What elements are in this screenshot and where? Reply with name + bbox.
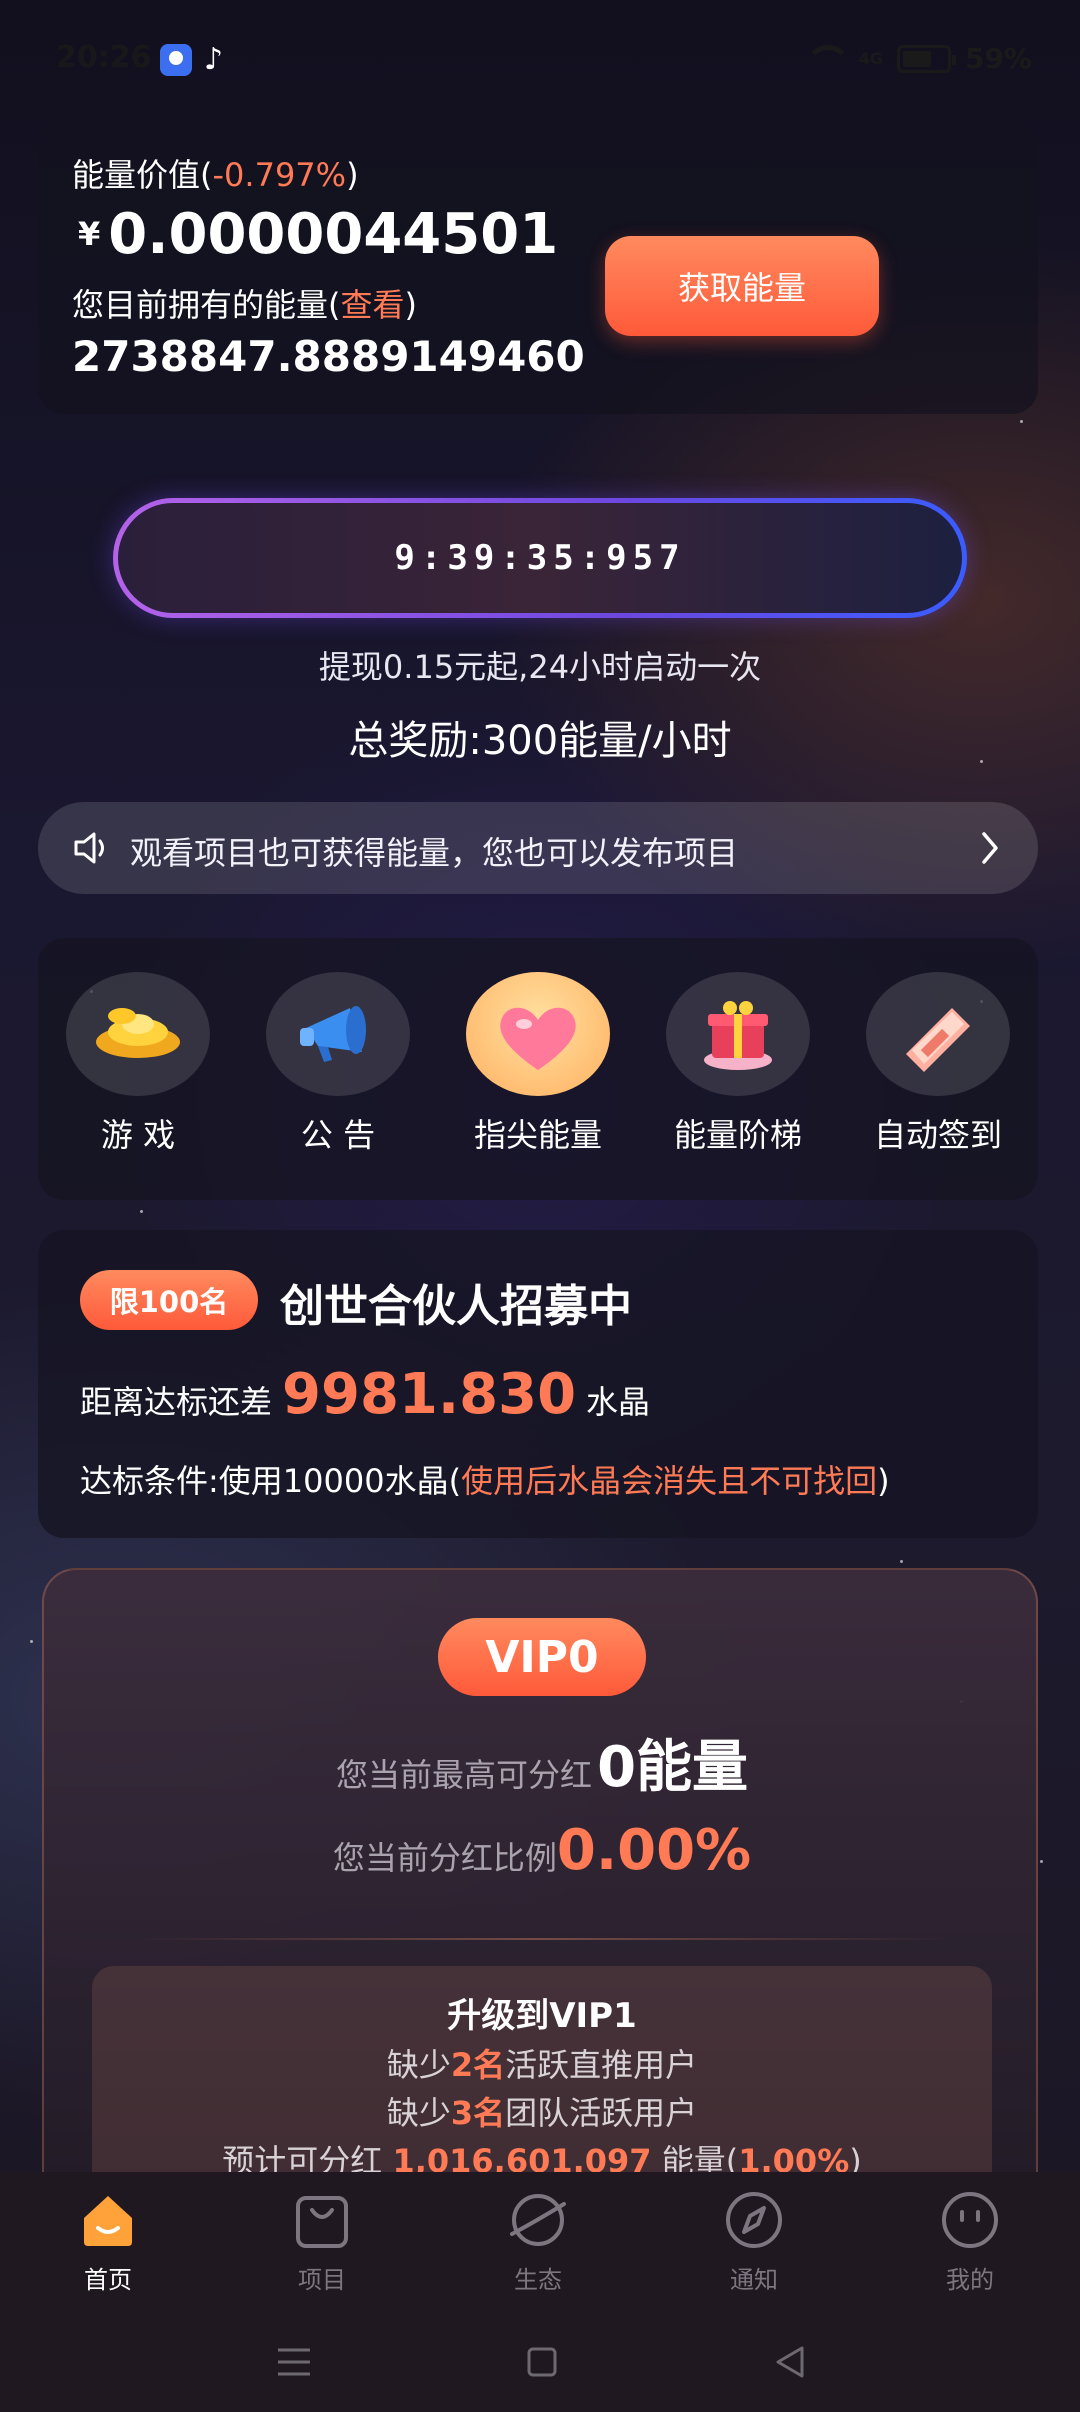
feature-label: 指尖能量 [473,1116,602,1154]
home-square-icon[interactable] [526,2344,558,2380]
req-prefix: 缺少 [386,2094,451,2132]
condition-label: 达标条件:使用10000水晶( [80,1462,462,1500]
currency-symbol: ¥ [78,215,101,253]
feature-fingertip-energy[interactable]: 指尖能量 [458,972,618,1156]
back-icon[interactable] [772,2344,808,2380]
view-energy-link[interactable]: 查看 [341,286,405,324]
total-reward: 总奖励:300能量/小时 [348,718,732,764]
speaker-icon [74,832,104,864]
energy-value-label: 能量价值( [72,156,213,194]
contacts-app-icon [160,44,192,76]
divider [134,1938,950,1940]
system-nav-bar [0,2312,1080,2412]
partner-title: 创世合伙人招募中 [280,1281,632,1332]
nav-ecosystem[interactable]: 生态 [478,2190,598,2295]
battery-percent: 59% [964,42,1032,75]
energy-price-value: 0.0000044501 [108,202,559,267]
nav-notifications[interactable]: 通知 [694,2190,814,2295]
partner-gap-row: 距离达标还差 9981.830 水晶 [80,1362,650,1427]
upgrade-requirement: 缺少2名活跃直推用户 [92,2040,992,2086]
nav-label: 生态 [514,2266,562,2294]
tiktok-icon: ♪ [204,42,224,77]
gold-ingot-icon [66,972,210,1096]
owned-energy-row: 您目前拥有的能量(查看) [72,280,417,326]
upgrade-panel: 升级到VIP1 缺少2名活跃直推用户 缺少3名团队活跃用户 预计可分红 1,01… [92,1966,992,2196]
feature-label: 公 告 [300,1116,376,1154]
notice-bar[interactable]: 观看项目也可获得能量，您也可以发布项目 [38,802,1038,894]
req-text: 活跃直推用户 [505,2046,698,2084]
partner-recruit-card: 限100名 创世合伙人招募中 距离达标还差 9981.830 水晶 达标条件:使… [38,1230,1038,1538]
upgrade-requirement: 缺少3名团队活跃用户 [92,2088,992,2134]
nav-label: 项目 [298,2266,346,2294]
gap-value: 9981.830 [282,1362,577,1427]
battery-icon [896,44,956,73]
heart-icon [466,972,610,1096]
gift-box-icon [666,972,810,1096]
gap-unit: 水晶 [586,1383,651,1421]
feature-label: 游 戏 [100,1116,176,1154]
get-energy-button[interactable]: 获取能量 [605,236,879,336]
signal-label: 4G [858,49,883,68]
gap-label: 距离达标还差 [80,1383,273,1421]
timer-value: 9:39:35:957 [394,538,686,578]
features-grid: 游 戏 公 告 指尖能量 能量阶梯 自动签到 [38,938,1038,1200]
energy-value-row: 能量价值(-0.797%) [72,150,359,196]
feature-announcement[interactable]: 公 告 [258,972,418,1156]
notice-text: 观看项目也可获得能量，您也可以发布项目 [130,834,739,872]
nav-label: 我的 [946,2266,994,2294]
megaphone-icon [266,972,410,1096]
max-dividend-label: 您当前最高可分红 [335,1756,592,1794]
owned-energy-label: 您目前拥有的能量( [72,286,341,324]
max-dividend-row: 您当前最高可分红 0能量 [44,1722,1040,1803]
home-icon [84,2196,132,2246]
bottom-nav: 首页 项目 生态 通知 我的 [0,2172,1080,2312]
chevron-right-icon [982,832,998,864]
nav-profile[interactable]: 我的 [910,2190,1030,2295]
vip-level-badge: VIP0 [438,1618,646,1696]
smile-icon [942,2192,998,2248]
feature-game[interactable]: 游 戏 [58,972,218,1156]
owned-energy-amount: 2738847.8889149460 [72,332,585,381]
feature-auto-signin[interactable]: 自动签到 [858,972,1018,1156]
timer-subtitle: 提现0.15元起,24小时启动一次 [318,648,762,686]
limit-badge: 限100名 [80,1270,258,1330]
upgrade-title: 升级到VIP1 [447,1996,637,2036]
countdown-timer[interactable]: 9:39:35:957 [113,498,967,618]
condition-end: ) [877,1462,890,1500]
energy-card: 能量价值(-0.797%) ¥0.0000044501 您目前拥有的能量(查看)… [38,120,1038,414]
menu-icon[interactable] [276,2344,312,2380]
dividend-ratio-value: 0.00% [556,1818,752,1883]
nav-home[interactable]: 首页 [48,2190,168,2295]
dividend-ratio-label: 您当前分红比例 [332,1839,557,1877]
nav-label: 通知 [730,2266,778,2294]
req-count: 3名 [450,2094,506,2132]
energy-change: -0.797% [212,156,347,194]
partner-condition: 达标条件:使用10000水晶(使用后水晶会消失且不可找回) [80,1456,890,1502]
status-bar: 20:26 ♪ 4G 59% [0,0,1080,120]
status-time: 20:26 [56,40,152,75]
req-prefix: 缺少 [386,2046,451,2084]
req-text: 团队活跃用户 [505,2094,698,2132]
dividend-ratio-row: 您当前分红比例0.00% [44,1818,1040,1883]
feature-label: 自动签到 [873,1116,1002,1154]
nav-label: 首页 [84,2266,132,2294]
owned-energy-label-end: ) [404,286,417,324]
energy-price: ¥0.0000044501 [78,202,558,267]
wifi-icon [804,44,851,73]
money-icon [866,972,1010,1096]
vip-card: VIP0 您当前最高可分红 0能量 您当前分红比例0.00% 升级到VIP1 缺… [42,1568,1040,2196]
condition-warning: 使用后水晶会消失且不可找回 [461,1462,878,1500]
planet-icon [510,2194,566,2246]
nav-projects[interactable]: 项目 [262,2190,382,2295]
max-dividend-value: 0能量 [597,1735,749,1800]
compass-icon [726,2192,782,2248]
energy-value-label-end: ) [346,156,359,194]
feature-energy-ladder[interactable]: 能量阶梯 [658,972,818,1156]
req-count: 2名 [450,2046,506,2084]
bag-icon [296,2196,348,2248]
feature-label: 能量阶梯 [673,1116,802,1154]
